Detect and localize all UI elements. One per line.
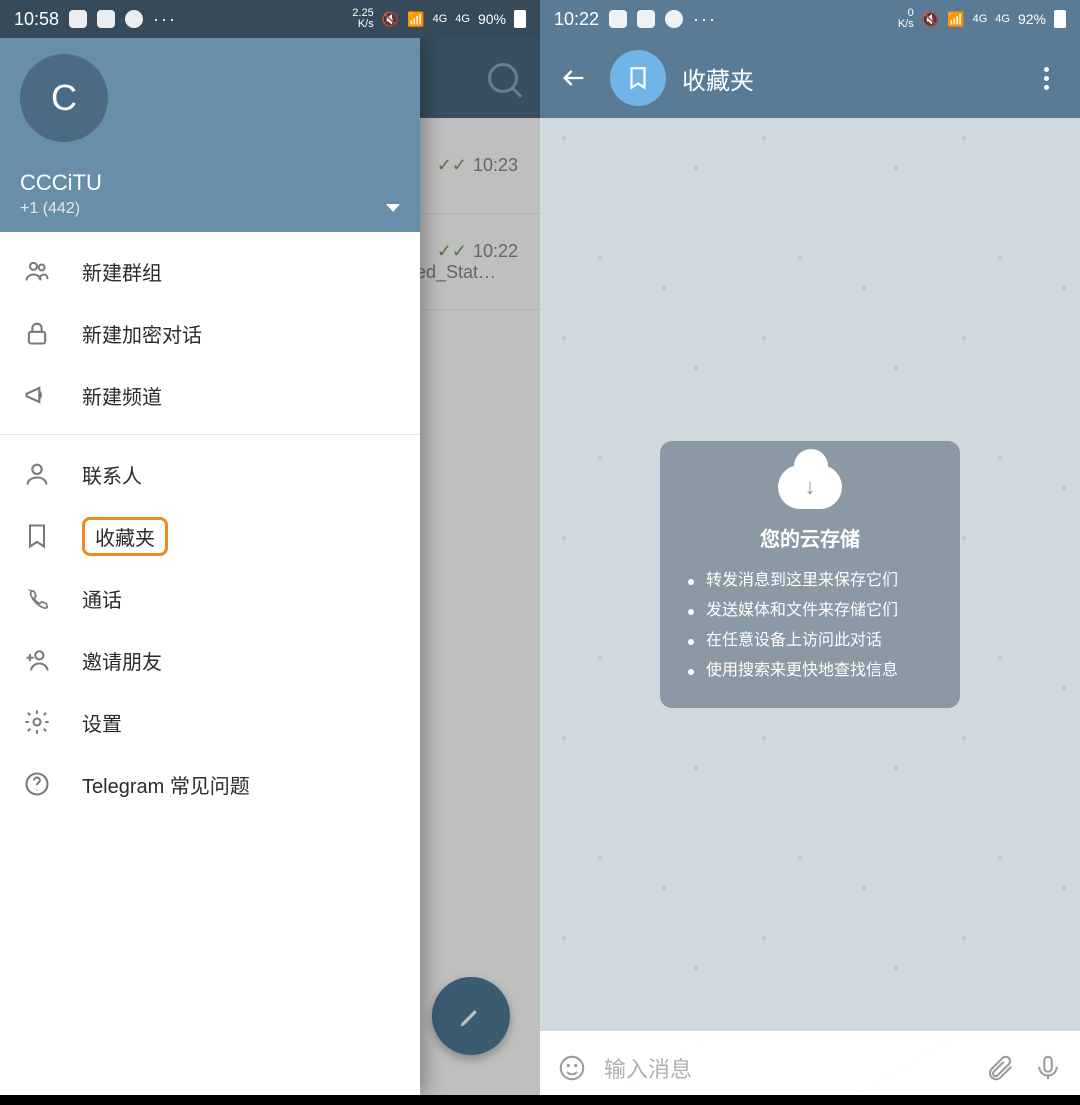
phone-icon — [22, 583, 52, 613]
status-time: 10:58 — [14, 9, 59, 30]
status-speed: 0 K/s — [898, 8, 914, 30]
status-speed: 2.25 K/s — [352, 8, 373, 30]
card-item: 使用搜索来更快地查找信息 — [688, 656, 932, 686]
saved-avatar[interactable] — [610, 50, 666, 106]
menu-invite[interactable]: 邀请朋友 — [0, 629, 420, 691]
menu-contacts[interactable]: 联系人 — [0, 443, 420, 505]
status-app-icon-3 — [125, 10, 143, 28]
group-icon — [22, 256, 52, 286]
status-bar: 10:22 ··· 0 K/s 🔇 📶 4G 4G 92% — [540, 0, 1080, 38]
emoji-button[interactable] — [556, 1052, 588, 1084]
chevron-down-icon[interactable] — [386, 204, 400, 212]
status-app-icon-1 — [609, 10, 627, 28]
menu-new-group[interactable]: 新建群组 — [0, 240, 420, 302]
person-add-icon — [22, 645, 52, 675]
status-app-icon-3 — [665, 10, 683, 28]
menu-label: 新建群组 — [82, 257, 162, 286]
drawer-menu: 新建群组 新建加密对话 新建频道 联系人 收藏夹 — [0, 232, 420, 1095]
cloud-download-icon — [778, 465, 842, 509]
attach-button[interactable] — [984, 1052, 1016, 1084]
status-bar: 10:58 ··· 2.25 K/s 🔇 📶 4G 4G 90% — [0, 0, 540, 38]
menu-label: 设置 — [82, 708, 122, 737]
arrow-left-icon — [560, 64, 588, 92]
status-app-icon-2 — [637, 10, 655, 28]
status-more-icon: ··· — [693, 9, 717, 30]
menu-saved[interactable]: 收藏夹 — [0, 505, 420, 567]
battery-icon — [514, 10, 526, 28]
card-item: 发送媒体和文件来存储它们 — [688, 596, 932, 626]
wifi-icon: 📶 — [407, 11, 424, 28]
card-title: 您的云存储 — [688, 523, 932, 552]
more-icon — [1044, 76, 1049, 81]
menu-label-highlighted: 收藏夹 — [82, 517, 168, 556]
nav-bar — [540, 1095, 1080, 1105]
drawer-header[interactable]: C CCCiTU +1 (442) — [0, 38, 420, 232]
megaphone-icon — [22, 380, 52, 410]
menu-faq[interactable]: Telegram 常见问题 — [0, 753, 420, 815]
mute-icon: 🔇 — [382, 11, 399, 28]
menu-settings[interactable]: 设置 — [0, 691, 420, 753]
card-list: 转发消息到这里来保存它们 发送媒体和文件来存储它们 在任意设备上访问此对话 使用… — [688, 566, 932, 686]
chat-area[interactable]: 您的云存储 转发消息到这里来保存它们 发送媒体和文件来存储它们 在任意设备上访问… — [540, 118, 1080, 1031]
right-screenshot: 10:22 ··· 0 K/s 🔇 📶 4G 4G 92% — [540, 0, 1080, 1105]
menu-calls[interactable]: 通话 — [0, 567, 420, 629]
cloud-info-card: 您的云存储 转发消息到这里来保存它们 发送媒体和文件来存储它们 在任意设备上访问… — [660, 441, 960, 708]
mute-icon: 🔇 — [922, 11, 939, 28]
battery-icon — [1054, 10, 1066, 28]
message-input[interactable]: 输入消息 — [604, 1052, 968, 1084]
status-more-icon: ··· — [153, 9, 177, 30]
status-net-1: 4G — [433, 14, 448, 25]
back-button[interactable] — [554, 58, 594, 98]
bookmark-icon — [625, 65, 651, 91]
card-item: 在任意设备上访问此对话 — [688, 626, 932, 656]
chat-title: 收藏夹 — [682, 61, 1010, 96]
user-phone: +1 (442) — [20, 200, 102, 218]
attach-icon — [985, 1053, 1015, 1083]
status-battery: 90% — [478, 11, 506, 27]
status-battery: 92% — [1018, 11, 1046, 27]
mic-button[interactable] — [1032, 1052, 1064, 1084]
chat-header: 收藏夹 — [540, 38, 1080, 118]
message-input-bar: 输入消息 — [540, 1031, 1080, 1105]
menu-new-channel[interactable]: 新建频道 — [0, 364, 420, 426]
wifi-icon: 📶 — [947, 11, 964, 28]
left-screenshot: 10:58 ··· 2.25 K/s 🔇 📶 4G 4G 90% ✓✓ — [0, 0, 540, 1105]
status-app-icon-2 — [97, 10, 115, 28]
menu-label: 新建加密对话 — [82, 319, 202, 348]
menu-new-secret[interactable]: 新建加密对话 — [0, 302, 420, 364]
status-net-1: 4G — [973, 14, 988, 25]
emoji-icon — [557, 1053, 587, 1083]
menu-label: 联系人 — [82, 460, 142, 489]
status-net-2: 4G — [455, 14, 470, 25]
menu-label: 邀请朋友 — [82, 646, 162, 675]
bookmark-icon — [22, 521, 52, 551]
mic-icon — [1033, 1053, 1063, 1083]
menu-label: Telegram 常见问题 — [82, 770, 250, 799]
help-icon — [22, 769, 52, 799]
menu-label: 新建频道 — [82, 381, 162, 410]
card-item: 转发消息到这里来保存它们 — [688, 566, 932, 596]
status-time: 10:22 — [554, 9, 599, 30]
menu-label: 通话 — [82, 584, 122, 613]
status-net-2: 4G — [995, 14, 1010, 25]
navigation-drawer: C CCCiTU +1 (442) 新建群组 新建加密对话 — [0, 38, 420, 1095]
user-name: CCCiTU — [20, 170, 102, 196]
lock-icon — [22, 318, 52, 348]
avatar[interactable]: C — [20, 54, 108, 142]
menu-separator — [0, 434, 420, 435]
gear-icon — [22, 707, 52, 737]
status-app-icon-1 — [69, 10, 87, 28]
person-icon — [22, 459, 52, 489]
more-button[interactable] — [1026, 76, 1066, 81]
